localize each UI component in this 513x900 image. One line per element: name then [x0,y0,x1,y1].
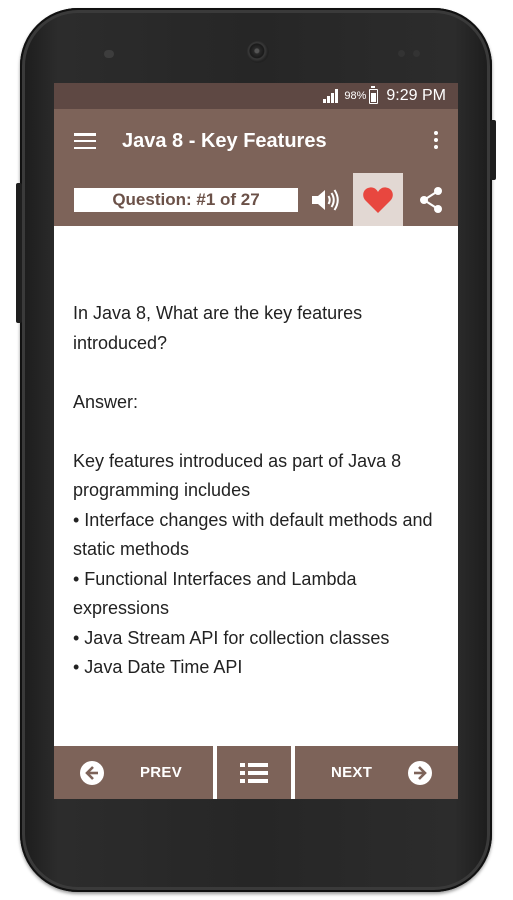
answer-point: • Java Date Time API [73,657,243,677]
question-content: In Java 8, What are the key features int… [54,226,458,683]
arrow-left-circle-icon [80,760,104,785]
question-list-button[interactable] [217,746,291,799]
answer-point: • Java Stream API for collection classes [73,627,390,648]
signal-icon [323,89,339,103]
bottom-navigation: PREV NEXT [54,746,458,799]
prev-label: PREV [140,764,183,781]
menu-icon[interactable] [74,133,96,149]
list-icon [240,762,268,783]
speaker-icon [312,188,339,211]
question-counter: Question: #1 of 27 [74,187,298,212]
sensor [398,50,405,57]
front-camera [247,41,269,63]
screen: 98% 9:29 PM Java 8 - Key Features Questi… [54,83,458,799]
battery-percent: 98% [344,90,367,102]
status-time: 9:29 PM [386,87,446,104]
answer-intro: Key features introduced as part of Java … [73,450,402,501]
app-bar: Java 8 - Key Features [54,109,458,173]
prev-button[interactable]: PREV [54,746,213,799]
question-toolbar: Question: #1 of 27 [54,173,458,226]
volume-button [16,183,22,323]
status-bar: 98% 9:29 PM [54,83,458,109]
overflow-menu-icon[interactable] [434,131,438,149]
battery-icon [369,85,379,104]
sensor [413,50,420,57]
next-label: NEXT [331,764,373,781]
heart-icon [363,186,393,213]
power-button [490,120,496,180]
share-icon [419,186,442,213]
answer-point: • Functional Interfaces and Lambda expre… [73,568,357,619]
answer-point: • Interface changes with default methods… [73,509,433,560]
arrow-right-circle-icon [408,760,432,785]
earpiece [104,50,114,58]
question-label-wrap: Question: #1 of 27 [54,173,298,226]
phone-frame: 98% 9:29 PM Java 8 - Key Features Questi… [16,8,496,892]
favorite-button[interactable] [352,173,404,226]
speak-button[interactable] [298,173,353,226]
answer-heading: Answer: [73,391,139,412]
question-text: In Java 8, What are the key features int… [73,303,363,353]
next-button[interactable]: NEXT [295,746,458,799]
page-title: Java 8 - Key Features [122,129,327,152]
share-button[interactable] [403,173,458,226]
